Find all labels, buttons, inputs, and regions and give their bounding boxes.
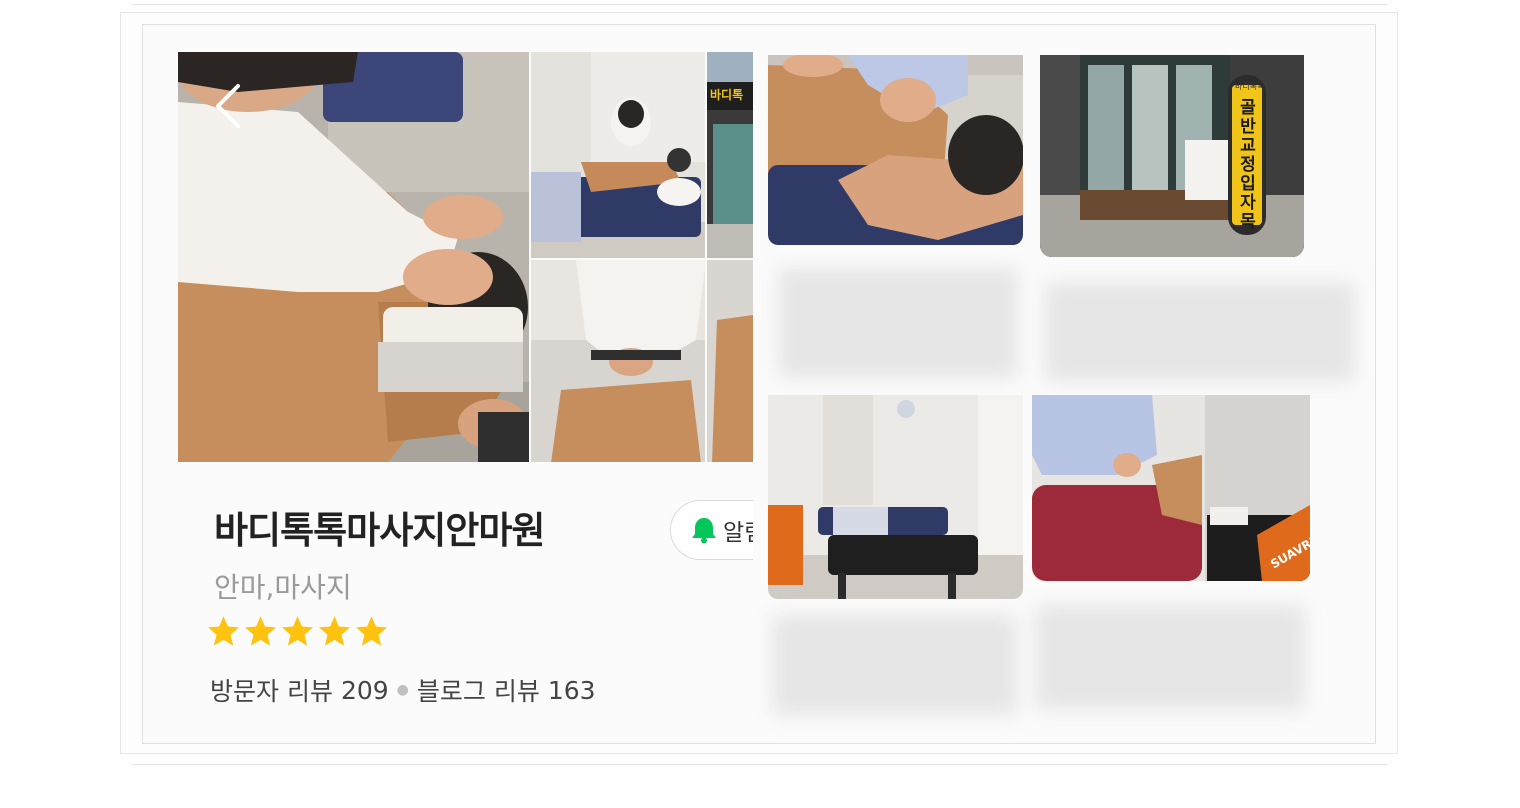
blurred-photo-placeholder [772,615,1017,715]
back-button[interactable] [206,80,250,132]
photo-towel-massage[interactable]: SUAVRE [1032,395,1310,581]
photo-storefront-entrance[interactable]: 바디톡톡 골반교정입자목 [1040,55,1304,257]
photo-treatment-tables[interactable] [768,395,1023,599]
blog-review-count[interactable]: 163 [548,676,596,705]
bottom-divider [132,764,1387,765]
photo-pressing-back[interactable] [531,260,705,463]
photo-shoulder-massage[interactable] [768,55,1023,245]
photo-partial-tan[interactable] [707,260,753,463]
blurred-photo-placeholder [1045,282,1355,382]
visitor-review-label[interactable]: 방문자 리뷰 [210,672,333,708]
pillar-main-text: 골반교정입자목 [1240,98,1256,232]
star-icon [208,616,239,646]
star-icon [282,616,313,646]
separator-dot: ● [396,682,409,698]
pillar-top-text: 바디톡톡 [1235,82,1265,91]
place-category: 안마,마사지 [214,571,352,604]
review-summary: 방문자 리뷰 209 ● 블로그 리뷰 163 [210,672,596,708]
star-icon [319,616,350,646]
visitor-review-count[interactable]: 209 [341,676,389,705]
alarm-label: 알림 [723,520,753,546]
bell-icon [692,518,716,544]
back-chevron-icon [216,84,240,128]
rating-stars [206,614,389,652]
blurred-photo-placeholder [778,268,1018,378]
blog-review-label[interactable]: 블로그 리뷰 [417,672,540,708]
photo-storefront-sign[interactable]: 바디톡 [707,52,753,258]
star-icon [356,616,387,646]
blurred-photo-placeholder [1035,605,1305,710]
photo-treatment-room[interactable] [531,52,705,258]
alarm-button[interactable]: 알림 [670,500,753,562]
storefront-sign-text: 바디톡 [710,88,744,102]
top-divider [132,4,1387,5]
star-icon [245,616,276,646]
place-title[interactable]: 바디톡톡마사지안마원 [214,500,545,554]
